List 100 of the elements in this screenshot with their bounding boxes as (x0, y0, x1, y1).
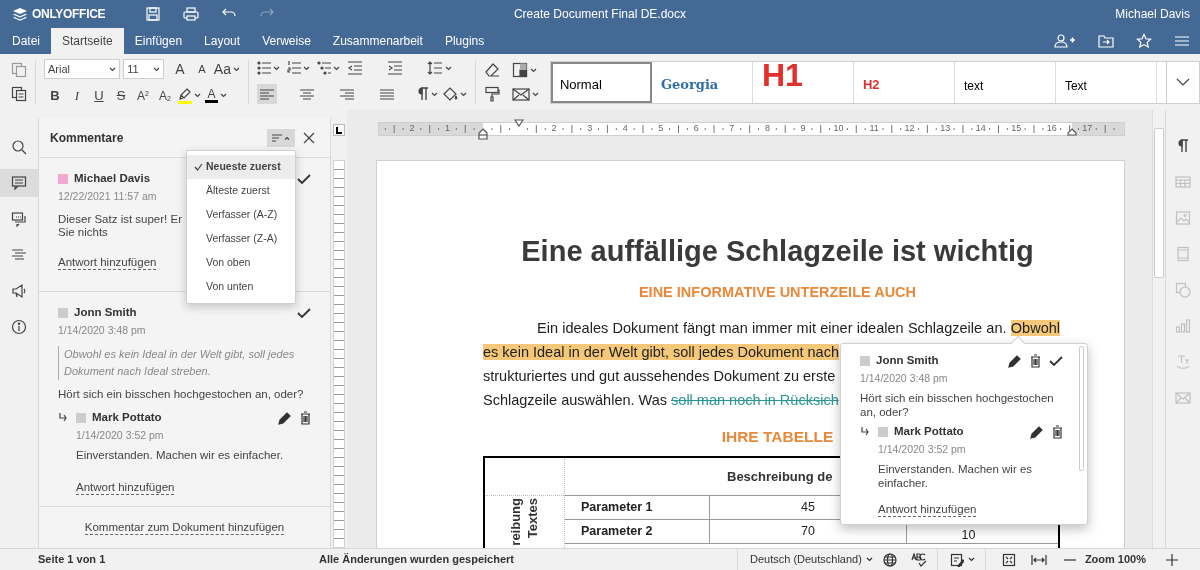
globe-icon[interactable] (882, 552, 897, 567)
sort-icon (272, 133, 282, 142)
language-button[interactable]: Deutsch (Deutschland) (750, 551, 873, 568)
sort-option[interactable]: Von unten (187, 275, 295, 299)
tab-stop-icon[interactable] (333, 124, 345, 136)
underline-button[interactable]: U (87, 85, 110, 106)
trash-icon[interactable] (300, 410, 311, 425)
sort-button[interactable] (267, 128, 295, 147)
fit-width-icon[interactable] (1030, 553, 1047, 566)
sort-option[interactable]: Verfasser (A-Z) (187, 203, 295, 227)
right-indent-marker[interactable] (1067, 128, 1077, 136)
add-reply-link[interactable]: Antwort hinzufügen (878, 502, 977, 517)
ribbon-tab[interactable]: Startseite (51, 28, 124, 54)
paragraph-icon[interactable] (1175, 138, 1191, 154)
save-icon[interactable] (145, 6, 162, 22)
envelope-icon (511, 86, 530, 102)
first-line-indent-marker[interactable] (514, 119, 524, 127)
ribbon-tab[interactable]: Plugins (433, 28, 496, 54)
increase-indent-icon[interactable] (386, 60, 403, 76)
ribbon-tab[interactable]: Verweise (251, 28, 322, 54)
mail-merge-button[interactable] (511, 86, 539, 102)
pencil-icon[interactable] (1008, 353, 1022, 368)
bullet-list-button[interactable] (256, 60, 280, 76)
align-right-icon (338, 86, 355, 102)
numbered-list-icon (286, 60, 301, 76)
sort-option[interactable]: Verfasser (Z-A) (187, 227, 295, 251)
font-color-button[interactable]: A (204, 88, 227, 103)
comment-date: 1/14/2020 3:48 pm (860, 371, 949, 387)
ruler-number: 16 (1046, 122, 1057, 134)
track-changes-icon (949, 552, 964, 567)
ribbon-tab[interactable]: Layout (193, 28, 252, 54)
superscript-button[interactable]: A$^{2}$ (131, 86, 154, 105)
bold-button[interactable]: B (43, 85, 66, 106)
spellcheck-icon[interactable] (910, 552, 927, 567)
add-reply-link[interactable]: Kommentar zum Dokument hinzufügen (84, 520, 285, 535)
decrease-font-button[interactable]: A (191, 61, 212, 78)
paint-bucket-icon (441, 86, 458, 102)
ruler-number: 12 (904, 122, 915, 134)
font-size-field[interactable]: 11 (123, 59, 164, 80)
paste-icon[interactable] (11, 86, 27, 102)
star-icon[interactable] (1136, 33, 1152, 49)
resolve-check-icon[interactable] (297, 172, 311, 185)
info-icon (11, 319, 27, 335)
track-changes-button[interactable] (949, 552, 975, 567)
trash-icon[interactable] (1030, 353, 1041, 368)
style-preset[interactable]: Normal (550, 61, 652, 103)
change-case-button[interactable]: Aa (213, 58, 240, 80)
add-user-icon[interactable] (1054, 33, 1076, 49)
paragraph-line: strukturiertes und gut aussehendes Dokument zu erste (483, 366, 836, 386)
strikethrough-button[interactable]: S (109, 85, 132, 106)
decrease-indent-icon[interactable] (346, 60, 363, 76)
ruler-number: 8 (764, 122, 770, 134)
folder-icon[interactable] (1098, 33, 1114, 49)
ribbon-tab[interactable]: Zusammenarbeit (321, 28, 434, 54)
menu-icon[interactable] (1174, 33, 1190, 49)
table-cell: Parameter 1 (565, 496, 710, 519)
sort-option[interactable]: Von oben (187, 251, 295, 275)
resolve-check-icon[interactable] (1049, 354, 1063, 367)
align-left-button[interactable] (256, 84, 277, 104)
caret-icon (531, 91, 539, 97)
search-icon (11, 139, 27, 155)
sort-option[interactable]: Neueste zuerst (187, 155, 295, 179)
line-spacing-button[interactable] (426, 60, 452, 76)
vertical-scrollbar[interactable] (1152, 110, 1165, 548)
table-title: IHRE TABELLE (721, 426, 834, 447)
eraser-icon[interactable] (483, 62, 500, 78)
numbered-list-button[interactable] (286, 60, 310, 76)
color-scheme-button[interactable] (511, 62, 537, 78)
caret-icon (459, 91, 467, 97)
fit-page-icon[interactable] (1001, 552, 1016, 567)
sort-option[interactable]: Älteste zuerst (187, 179, 295, 203)
left-indent-marker[interactable] (478, 128, 488, 140)
pencil-icon[interactable] (278, 410, 292, 425)
table-cell-text: reibung Textes (507, 498, 541, 548)
pencil-icon[interactable] (1030, 424, 1044, 439)
shading-button[interactable] (441, 86, 467, 102)
add-reply-link[interactable]: Antwort hinzufügen (58, 255, 157, 270)
align-center-icon (298, 86, 315, 102)
increase-font-button[interactable]: A (169, 58, 190, 80)
paragraph-line: Ein ideales Dokument fängt man immer mit einer idealen Schlagzeile an. Obwohl (536, 318, 1060, 338)
zoom-level: Zoom 100% (1084, 552, 1146, 568)
print-icon[interactable] (183, 6, 200, 22)
comment-text: Hört sich ein bisschen hochgestochen an, oder? (58, 388, 304, 401)
font-name-field[interactable]: Arial (43, 59, 121, 80)
resolve-check-icon[interactable] (297, 306, 311, 319)
comment-button[interactable] (0, 169, 38, 197)
zoom-in-icon[interactable] (1165, 552, 1179, 567)
subscript-button[interactable]: A$_{2}$ (153, 86, 176, 105)
trash-icon[interactable] (1052, 424, 1063, 439)
ribbon-tab[interactable]: Datei (1, 28, 51, 54)
format-painter-icon[interactable] (483, 86, 500, 102)
ribbon-tab[interactable]: Einfügen (123, 28, 194, 54)
caret-icon (332, 65, 340, 71)
ruler-number: 9 (800, 122, 806, 134)
highlight-button[interactable] (177, 87, 201, 104)
italic-button[interactable]: I (65, 85, 88, 106)
close-icon[interactable] (303, 131, 315, 144)
multilevel-list-button[interactable] (316, 60, 340, 76)
table-cell: 10 (961, 528, 976, 542)
add-reply-link[interactable]: Antwort hinzufügen (76, 480, 175, 495)
